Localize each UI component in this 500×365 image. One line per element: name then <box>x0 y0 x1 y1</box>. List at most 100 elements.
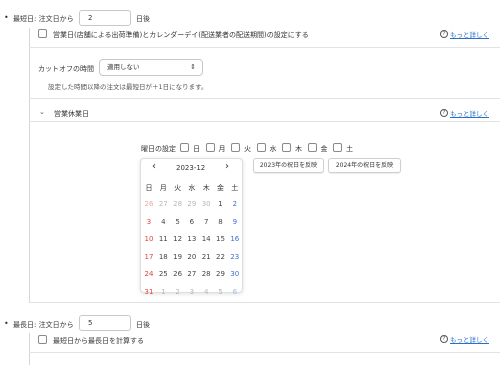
divider <box>29 352 500 353</box>
calendar-day[interactable]: 3 <box>142 218 156 226</box>
calendar-day[interactable]: 22 <box>214 253 228 261</box>
calendar-weekday-header: 火 <box>174 184 182 192</box>
calendar-day[interactable]: 23 <box>228 253 242 261</box>
calendar-weekday-header: 日 <box>145 184 153 192</box>
help-link-longest[interactable]: ? もっと詳しく <box>440 334 489 344</box>
calendar-day[interactable]: 5 <box>171 218 185 226</box>
cutoff-select[interactable]: 適用しない ⇕ <box>99 59 203 76</box>
calendar-day[interactable]: 26 <box>171 270 185 278</box>
calendar-month: 2023-12 <box>176 164 206 172</box>
calendar-day[interactable]: 28 <box>171 200 185 208</box>
calendar-day[interactable]: 29 <box>185 200 199 208</box>
weekday-checkbox[interactable] <box>256 143 266 152</box>
calendar-day[interactable]: 4 <box>199 288 213 296</box>
weekday-checkbox[interactable] <box>307 143 317 152</box>
help-icon: ? <box>440 335 448 343</box>
help-link-holidays[interactable]: ? もっと詳しく <box>440 108 489 118</box>
calendar-day[interactable]: 9 <box>228 218 242 226</box>
calendar-day[interactable]: 17 <box>142 253 156 261</box>
business-day-checkbox[interactable] <box>38 29 47 38</box>
weekday-checkbox[interactable] <box>180 143 189 152</box>
longest-label: 最長日: 注文日から <box>13 321 74 329</box>
calendar-day[interactable]: 27 <box>156 200 170 208</box>
apply-2024-holidays-button[interactable]: 2024年の祝日を反映 <box>328 158 401 173</box>
calendar-day[interactable]: 13 <box>185 235 199 243</box>
help-icon: ? <box>440 109 448 117</box>
calendar-weekday-header: 金 <box>217 184 224 192</box>
business-day-label: 営業日(店舗による出荷準備)とカレンダーデイ(配送業者の配送期間)の設定にする <box>53 31 309 39</box>
calendar-day[interactable]: 16 <box>228 235 242 243</box>
calendar-day[interactable]: 1 <box>214 200 228 208</box>
calendar-day[interactable]: 30 <box>199 200 213 208</box>
apply-2023-holidays-button[interactable]: 2023年の祝日を反映 <box>253 158 324 173</box>
help-icon: ? <box>440 30 448 38</box>
calendar-weekday-header: 土 <box>231 184 239 192</box>
weekday-label: 火 <box>244 145 251 153</box>
prev-month-button[interactable]: ‹ <box>152 161 156 172</box>
calendar-day[interactable]: 27 <box>185 270 199 278</box>
calendar-day[interactable]: 8 <box>214 218 228 226</box>
weekday-label: 木 <box>295 145 302 153</box>
bullet: • <box>4 319 9 328</box>
shortest-days-input[interactable]: 2 <box>79 10 131 26</box>
weekday-label: 土 <box>346 145 353 153</box>
cutoff-select-value: 適用しない <box>107 63 140 71</box>
calc-from-shortest-checkbox[interactable] <box>38 335 47 344</box>
calendar-day[interactable]: 21 <box>199 253 213 261</box>
calendar-day[interactable]: 12 <box>171 235 185 243</box>
calendar-day[interactable]: 4 <box>156 218 170 226</box>
calendar-day[interactable]: 30 <box>228 270 242 278</box>
calendar-day[interactable]: 14 <box>199 235 213 243</box>
chevron-down-icon[interactable]: ⌄ <box>39 108 45 116</box>
calendar-day[interactable]: 6 <box>228 288 242 296</box>
shortest-label: 最短日: 注文日から <box>13 15 74 23</box>
calendar-day[interactable]: 6 <box>185 218 199 226</box>
calendar-day[interactable]: 28 <box>199 270 213 278</box>
shortest-unit: 日後 <box>136 15 150 23</box>
calendar-day[interactable]: 31 <box>142 288 156 296</box>
weekday-setting-label: 曜日の設定 <box>141 145 176 153</box>
divider <box>29 47 500 48</box>
weekday-checkbox[interactable] <box>333 143 342 152</box>
weekday-label: 金 <box>320 145 328 153</box>
weekday-checkbox[interactable] <box>282 143 291 152</box>
section-divider <box>29 28 30 303</box>
calendar-day[interactable]: 29 <box>214 270 228 278</box>
calendar-weekday-header: 水 <box>188 184 196 192</box>
weekday-checkbox[interactable] <box>205 143 215 152</box>
bullet: • <box>4 13 9 22</box>
calendar-day[interactable]: 10 <box>142 235 156 243</box>
weekday-label: 日 <box>193 145 200 153</box>
date-picker-calendar: ‹ 2023-12 › 日月火水木金土 26 27 28 29 30 1 2 3 4 5 6 7 8 9 10… <box>140 158 243 296</box>
cutoff-note: 設定した時間以降の注文は最短日が＋1日になります。 <box>48 83 208 91</box>
longest-unit: 日後 <box>136 321 150 329</box>
section-divider <box>29 333 30 365</box>
weekday-label: 月 <box>218 145 226 153</box>
weekday-label: 水 <box>269 145 277 153</box>
chevron-updown-icon: ⇕ <box>190 63 196 71</box>
calendar-day[interactable]: 2 <box>228 200 242 208</box>
next-month-button[interactable]: › <box>225 161 229 172</box>
weekday-checkbox[interactable] <box>231 143 240 152</box>
calendar-day[interactable]: 24 <box>142 270 156 278</box>
calendar-day[interactable]: 15 <box>214 235 228 243</box>
calendar-weekday-header: 月 <box>159 184 167 192</box>
calendar-day[interactable]: 26 <box>142 200 156 208</box>
calendar-day[interactable]: 5 <box>214 288 228 296</box>
divider <box>29 98 500 99</box>
calendar-day[interactable]: 3 <box>185 288 199 296</box>
calendar-day[interactable]: 18 <box>156 253 170 261</box>
calendar-day[interactable]: 19 <box>171 253 185 261</box>
calendar-day[interactable]: 11 <box>156 235 170 243</box>
longest-days-input[interactable]: 5 <box>79 315 131 331</box>
divider <box>29 121 500 122</box>
calendar-day[interactable]: 20 <box>185 253 199 261</box>
calendar-day[interactable]: 1 <box>156 288 170 296</box>
holidays-title[interactable]: 営業休業日 <box>54 109 89 119</box>
help-link-shortest[interactable]: ? もっと詳しく <box>440 29 489 39</box>
calc-from-shortest-label: 最短日から最長日を計算する <box>53 337 144 345</box>
calendar-day[interactable]: 7 <box>199 218 213 226</box>
calendar-day[interactable]: 2 <box>171 288 185 296</box>
calendar-day[interactable]: 25 <box>156 270 170 278</box>
cutoff-label: カットオフの時間 <box>38 65 94 73</box>
